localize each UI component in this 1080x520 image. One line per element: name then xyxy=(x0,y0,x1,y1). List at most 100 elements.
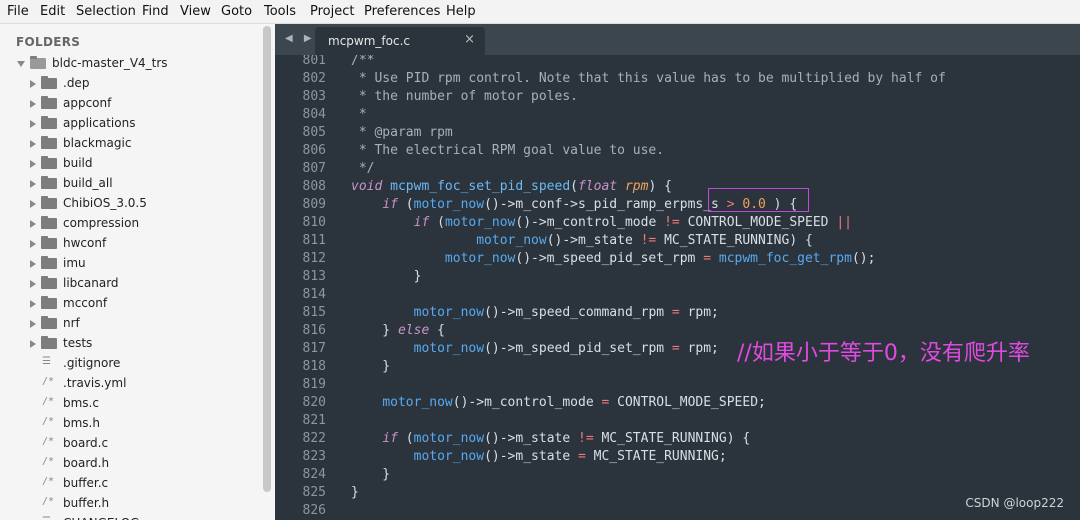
tree-item-label: applications xyxy=(63,116,136,130)
file-icon: /* xyxy=(42,476,55,487)
chevron-right-icon[interactable] xyxy=(30,260,36,268)
chevron-right-icon[interactable] xyxy=(30,200,36,208)
tree-file[interactable]: ☰ CHANGELOG xyxy=(0,514,262,520)
menu-tools[interactable]: Tools xyxy=(264,4,296,20)
sidebar: FOLDERS bldc-master_V4_trs .dep appconf ap… xyxy=(0,24,275,520)
tree-file[interactable]: /* buffer.h xyxy=(0,494,262,514)
tree-folder[interactable]: nrf xyxy=(0,314,262,334)
folder-icon xyxy=(41,76,57,89)
code-line: * Use PID rpm control. Note that this va… xyxy=(351,71,946,86)
chevron-right-icon[interactable] xyxy=(30,300,36,308)
line-number: 821 xyxy=(302,413,326,428)
code-line: /** xyxy=(351,55,375,68)
tree-file[interactable]: /* .travis.yml xyxy=(0,374,262,394)
chevron-right-icon[interactable] xyxy=(30,140,36,148)
tree-folder[interactable]: .dep xyxy=(0,74,262,94)
tree-folder[interactable]: blackmagic xyxy=(0,134,262,154)
code-line: } else { xyxy=(351,323,445,338)
menu-edit[interactable]: Edit xyxy=(40,4,65,20)
code-line: * xyxy=(351,107,367,122)
code-line: } xyxy=(351,467,391,482)
line-number: 819 xyxy=(302,377,326,392)
chevron-right-icon[interactable] xyxy=(30,180,36,188)
code-line: motor_now()->m_state != MC_STATE_RUNNING… xyxy=(476,233,813,248)
tree-folder[interactable]: appconf xyxy=(0,94,262,114)
menu-preferences[interactable]: Preferences xyxy=(364,4,440,20)
chevron-right-icon[interactable] xyxy=(30,240,36,248)
menu-selection[interactable]: Selection xyxy=(76,4,136,20)
menu-bar: File Edit Selection Find View Goto Tools… xyxy=(0,0,1080,24)
menu-project[interactable]: Project xyxy=(310,4,354,20)
tree-file[interactable]: /* bms.h xyxy=(0,414,262,434)
line-number: 803 xyxy=(302,89,326,104)
chevron-right-icon[interactable] xyxy=(30,220,36,228)
tree-folder[interactable]: compression xyxy=(0,214,262,234)
menu-find[interactable]: Find xyxy=(142,4,169,20)
tree-item-label: hwconf xyxy=(63,236,107,250)
line-number: 812 xyxy=(302,251,326,266)
menu-goto[interactable]: Goto xyxy=(221,4,252,20)
menu-help[interactable]: Help xyxy=(446,4,476,20)
tree-folder[interactable]: mcconf xyxy=(0,294,262,314)
code-line: */ xyxy=(351,161,375,176)
tree-folder[interactable]: build xyxy=(0,154,262,174)
tree-folder[interactable]: hwconf xyxy=(0,234,262,254)
folder-icon xyxy=(41,176,57,189)
watermark: CSDN @loop222 xyxy=(965,496,1064,510)
tree-root-label: bldc-master_V4_trs xyxy=(52,56,168,70)
tree-folder[interactable]: ChibiOS_3.0.5 xyxy=(0,194,262,214)
tree-item-label: imu xyxy=(63,256,86,270)
tree-folder[interactable]: libcanard xyxy=(0,274,262,294)
line-number: 823 xyxy=(302,449,326,464)
code-editor[interactable]: 801 /** 802 * Use PID rpm control. Note th… xyxy=(275,55,1080,520)
tree-file[interactable]: /* board.c xyxy=(0,434,262,454)
chevron-right-icon[interactable] xyxy=(30,120,36,128)
chevron-right-icon[interactable] xyxy=(30,80,36,88)
folders-header: FOLDERS xyxy=(16,35,81,49)
chevron-right-icon[interactable] xyxy=(30,340,36,348)
close-icon[interactable]: × xyxy=(464,32,475,47)
tree-item-label: mcconf xyxy=(63,296,108,310)
code-line: motor_now()->m_control_mode = CONTROL_MO… xyxy=(382,395,766,410)
tree-item-label: build xyxy=(63,156,93,170)
menu-file[interactable]: File xyxy=(7,4,29,20)
line-number: 816 xyxy=(302,323,326,338)
code-line: } xyxy=(351,485,359,500)
tree-file[interactable]: /* buffer.c xyxy=(0,474,262,494)
code-line: motor_now()->m_speed_pid_set_rpm = rpm; xyxy=(413,341,719,356)
chevron-right-icon[interactable] xyxy=(30,160,36,168)
folder-icon xyxy=(41,276,57,289)
tree-folder[interactable]: tests xyxy=(0,334,262,354)
menu-view[interactable]: View xyxy=(180,4,211,20)
folder-icon xyxy=(41,336,57,349)
folder-icon xyxy=(41,156,57,169)
code-line: motor_now()->m_speed_pid_set_rpm = mcpwm… xyxy=(444,251,876,266)
tree-file[interactable]: /* board.h xyxy=(0,454,262,474)
code-line: * The electrical RPM goal value to use. xyxy=(351,143,665,158)
tab-nav-arrows-icon[interactable]: ◀ ▶ xyxy=(285,33,316,44)
tree-folder[interactable]: imu xyxy=(0,254,262,274)
chevron-right-icon[interactable] xyxy=(30,100,36,108)
tab-label: mcpwm_foc.c xyxy=(328,34,410,48)
code-line: motor_now()->m_state = MC_STATE_RUNNING; xyxy=(413,449,727,464)
tree-root-folder[interactable]: bldc-master_V4_trs xyxy=(0,54,262,74)
chevron-down-icon[interactable] xyxy=(17,61,25,67)
tree-folder[interactable]: applications xyxy=(0,114,262,134)
line-number: 802 xyxy=(302,71,326,86)
tree-folder[interactable]: build_all xyxy=(0,174,262,194)
tree-item-label: build_all xyxy=(63,176,113,190)
sidebar-scrollbar[interactable] xyxy=(263,26,271,492)
file-icon: /* xyxy=(42,496,55,507)
tree-item-label: .dep xyxy=(63,76,90,90)
code-line: * the number of motor poles. xyxy=(351,89,578,104)
line-number: 813 xyxy=(302,269,326,284)
tree-file[interactable]: ☰ .gitignore xyxy=(0,354,262,374)
chevron-right-icon[interactable] xyxy=(30,280,36,288)
tab-mcpwm-foc[interactable]: mcpwm_foc.c × xyxy=(315,27,485,55)
tree-item-label: appconf xyxy=(63,96,112,110)
file-icon: /* xyxy=(42,396,55,407)
tree-file[interactable]: /* bms.c xyxy=(0,394,262,414)
chevron-right-icon[interactable] xyxy=(30,320,36,328)
file-icon: /* xyxy=(42,376,55,387)
tree-item-label: .travis.yml xyxy=(63,376,127,390)
